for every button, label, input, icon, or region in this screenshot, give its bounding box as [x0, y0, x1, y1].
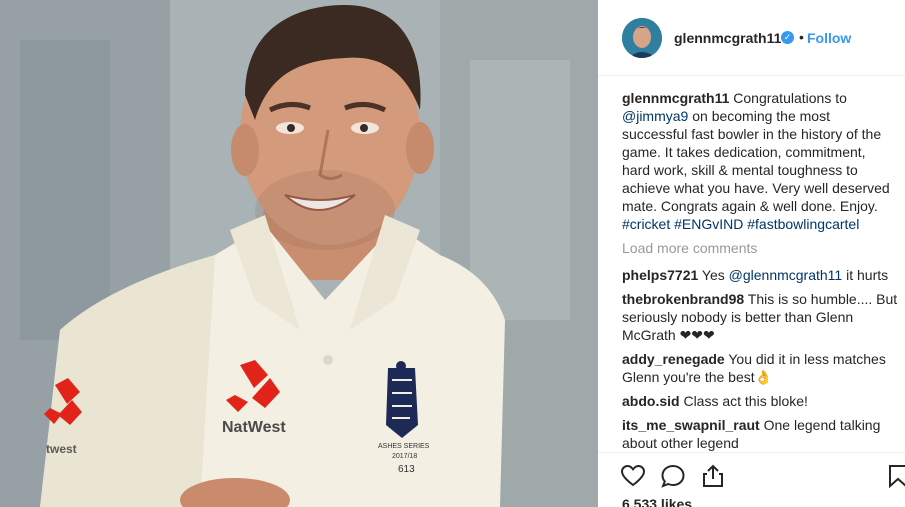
post-header: glennmcgrath11 ✓ • Follow	[598, 0, 905, 76]
bookmark-icon[interactable]	[885, 463, 905, 489]
england-crest	[386, 361, 418, 438]
post-side-panel: glennmcgrath11 ✓ • Follow glennmcgrath11…	[598, 0, 905, 507]
sponsor-text: NatWest	[222, 419, 286, 436]
cricketer-photo: NatWest twest ASHES SERIES 2017/18 613	[0, 0, 598, 507]
sleeve-sponsor-text: twest	[46, 442, 77, 456]
comment-text: Yes	[701, 267, 725, 283]
comment-text: it hurts	[846, 267, 889, 283]
comment-username[interactable]: abdo.sid	[622, 393, 680, 409]
comment-item: thebrokenbrand98 This is so humble.... B…	[622, 290, 898, 344]
heart-icon[interactable]	[620, 463, 646, 489]
comment-icon[interactable]	[660, 463, 686, 489]
separator-dot: •	[799, 29, 804, 45]
caption-mention[interactable]: @jimmya9	[622, 108, 688, 124]
comment-text: Class act this bloke!	[683, 393, 808, 409]
comment-item: its_me_swapnil_raut One legend talking a…	[622, 416, 894, 452]
comment-mention[interactable]: @glennmcgrath11	[729, 267, 843, 283]
hashtag-cricket[interactable]: #cricket	[622, 216, 670, 232]
post-photo[interactable]: NatWest twest ASHES SERIES 2017/18 613	[0, 0, 598, 507]
avatar[interactable]	[622, 18, 662, 58]
comment-username[interactable]: its_me_swapnil_raut	[622, 417, 760, 433]
comment-username[interactable]: phelps7721	[622, 267, 698, 283]
crest-text-2: 2017/18	[392, 453, 417, 460]
likes-count[interactable]: 6,533 likes	[622, 496, 692, 507]
caption-text-1: Congratulations to	[733, 90, 847, 106]
crest-text-1: ASHES SERIES	[378, 443, 430, 450]
share-icon[interactable]	[700, 463, 726, 489]
caption: glennmcgrath11 Congratulations to @jimmy…	[622, 89, 892, 233]
comment-username[interactable]: addy_renegade	[622, 351, 725, 367]
comment-item: phelps7721 Yes @glennmcgrath11 it hurts	[622, 266, 894, 284]
comment-username[interactable]: thebrokenbrand98	[622, 291, 744, 307]
crest-text-3: 613	[398, 464, 415, 475]
comment-item: abdo.sid Class act this bloke!	[622, 392, 894, 410]
verified-badge-icon: ✓	[781, 31, 794, 44]
follow-button[interactable]: Follow	[807, 30, 851, 46]
hashtag-engvind[interactable]: #ENGvIND	[674, 216, 743, 232]
caption-username[interactable]: glennmcgrath11	[622, 90, 729, 106]
load-more-comments-button[interactable]: Load more comments	[622, 240, 757, 256]
comment-item: addy_renegade You did it in less matches…	[622, 350, 894, 386]
header-username[interactable]: glennmcgrath11	[674, 30, 781, 46]
hashtag-fastbowlingcartel[interactable]: #fastbowlingcartel	[747, 216, 859, 232]
